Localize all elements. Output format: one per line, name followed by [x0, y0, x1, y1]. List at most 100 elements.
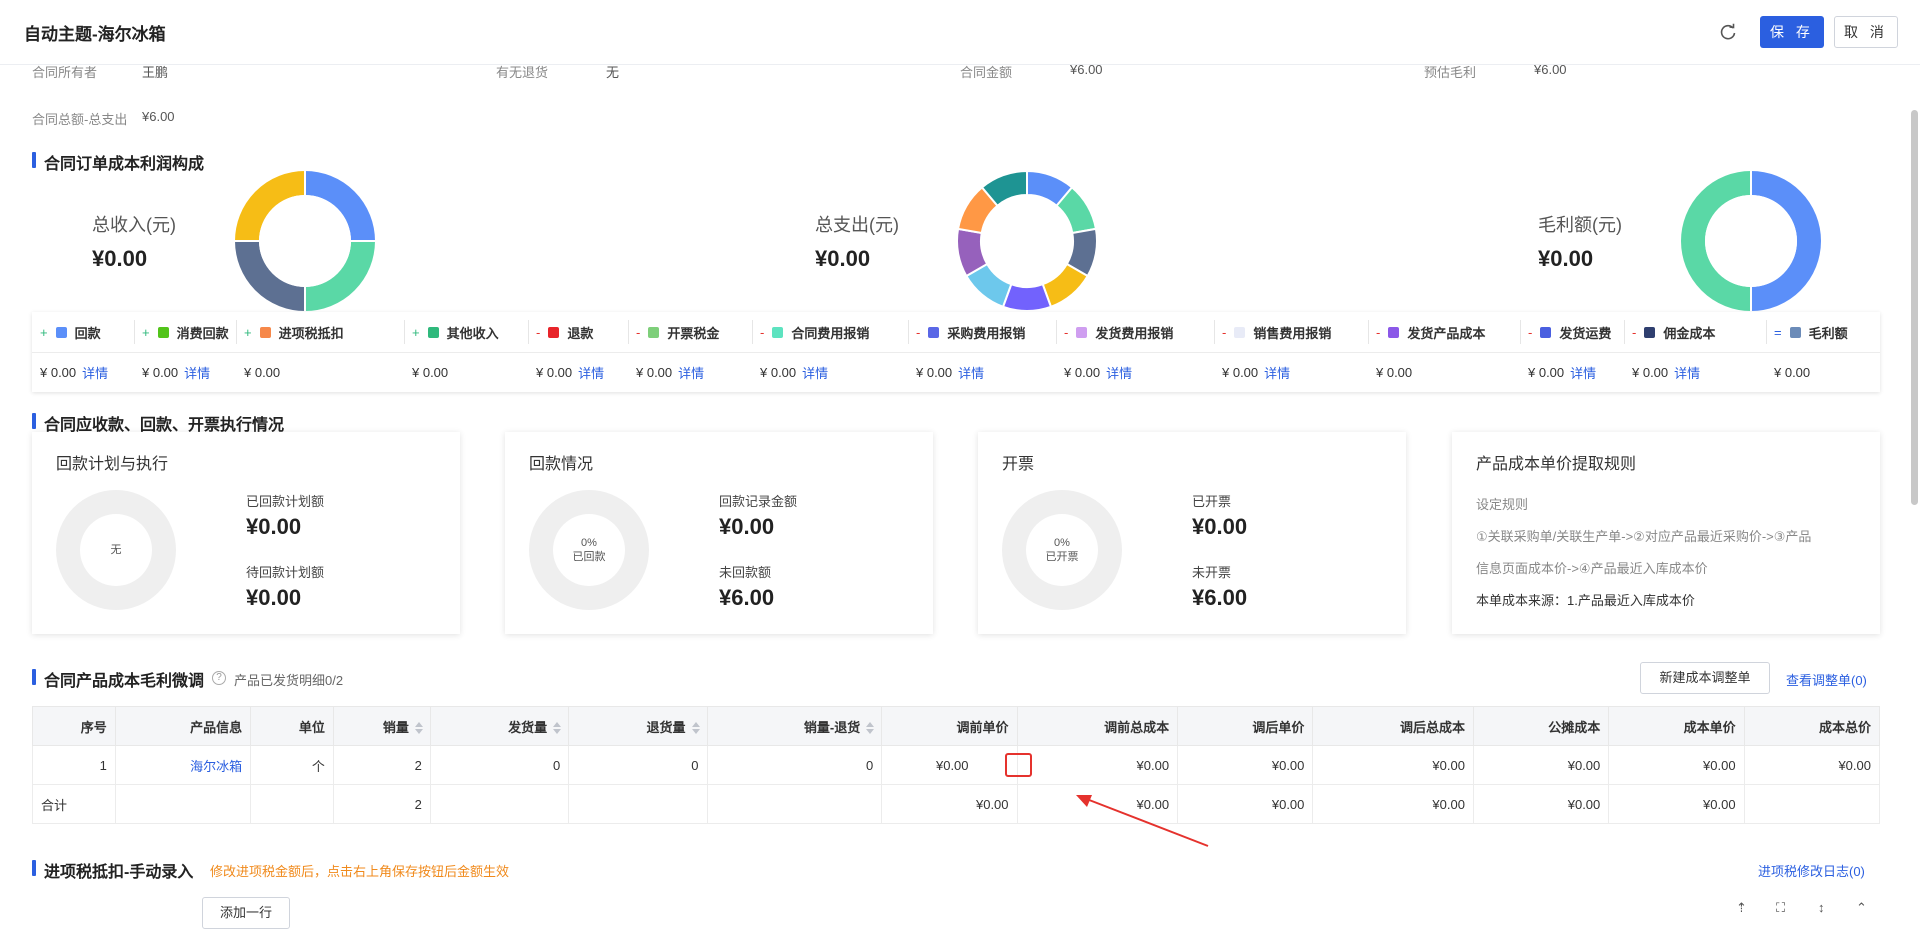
legend-value: ¥ 0.00	[1528, 364, 1565, 380]
tax-log-link[interactable]: 进项税修改日志(0)	[1758, 861, 1865, 880]
detail-link[interactable]: 详情	[1264, 363, 1290, 382]
legend-value-cell: ¥ 0.00 详情	[760, 352, 828, 392]
collapse-icon[interactable]: ⌃	[1856, 900, 1867, 916]
fullscreen-icon[interactable]: ⛶	[1776, 900, 1785, 916]
legend-item: - 发货运费	[1528, 312, 1611, 352]
table-cell: ¥0.00	[1743, 745, 1881, 785]
table-cell: 1	[32, 745, 116, 785]
column-header-label: 销量	[382, 719, 409, 735]
page-scrollbar[interactable]	[1911, 110, 1918, 505]
rule-subtitle: 设定规则	[1476, 497, 1529, 512]
legend-value-cell: ¥ 0.00 详情	[1222, 352, 1290, 392]
legend-item: - 发货产品成本	[1376, 312, 1485, 352]
donut-center-text: 已开票	[1045, 551, 1079, 563]
legend-value: ¥ 0.00	[1222, 364, 1259, 380]
legend-label: 发货运费	[1559, 325, 1612, 341]
column-header-label: 发货量	[508, 719, 548, 735]
column-header: 调前总成本	[1016, 706, 1179, 746]
detail-link[interactable]: 详情	[82, 363, 108, 382]
legend-separator	[1766, 320, 1767, 344]
legend-separator	[1624, 320, 1625, 344]
legend-sign: -	[636, 324, 641, 340]
legend-value-cell: ¥ 0.00 详情	[536, 352, 604, 392]
detail-link[interactable]: 详情	[184, 363, 210, 382]
column-header: 调后单价	[1177, 706, 1314, 746]
stat-label: 已回款计划额	[246, 494, 325, 509]
sort-icon[interactable]	[414, 722, 423, 735]
legend-swatch	[648, 326, 660, 338]
table-cell: ¥0.00	[1608, 784, 1745, 824]
view-adjustment-link[interactable]: 查看调整单(0)	[1786, 670, 1867, 689]
legend-value-cell: ¥ 0.00 详情	[916, 352, 984, 392]
column-header-sortable[interactable]: 发货量	[429, 706, 570, 746]
legend-sign: =	[1774, 324, 1782, 340]
table-cell: 2	[332, 745, 431, 785]
legend-item: + 回款	[40, 312, 101, 352]
legend-value-cell: ¥ 0.00	[244, 352, 280, 392]
product-name-link[interactable]: 海尔冰箱	[114, 745, 252, 785]
sort-icon[interactable]	[691, 722, 700, 735]
legend-value-cell: ¥ 0.00	[412, 352, 448, 392]
legend-value: ¥ 0.00	[916, 364, 953, 380]
detail-link[interactable]: 详情	[678, 363, 704, 382]
legend-sign: +	[40, 324, 48, 340]
legend-label: 开票税金	[667, 325, 720, 341]
save-button[interactable]: 保 存	[1760, 16, 1824, 48]
tax-warning-text: 修改进项税金额后，点击右上角保存按钮后金额生效	[210, 864, 510, 879]
legend-sign: -	[1376, 324, 1381, 340]
legend-label: 退款	[567, 325, 594, 341]
column-header-sortable[interactable]: 退货量	[568, 706, 708, 746]
detail-link[interactable]: 详情	[1674, 363, 1700, 382]
column-header-sortable[interactable]: 销量	[332, 706, 431, 746]
card-repayment-status: 回款情况 0% 已回款 回款记录金额 ¥0.00 未回款额 ¥6.00	[505, 432, 933, 634]
sort-icon[interactable]	[866, 722, 875, 735]
column-header-sortable[interactable]: 销量-退货	[706, 706, 883, 746]
edit-cost-highlight-box[interactable]	[1005, 753, 1032, 777]
detail-link[interactable]: 详情	[802, 363, 828, 382]
detail-link[interactable]: 详情	[578, 363, 604, 382]
legend-item: - 发货费用报销	[1064, 312, 1173, 352]
table-total-row: 合计 2 ¥0.00 ¥0.00 ¥0.00 ¥0.00 ¥0.00 ¥0.00	[32, 784, 1881, 824]
legend-swatch	[1540, 326, 1552, 338]
legend-separator	[752, 320, 753, 344]
stat-label: 回款记录金额	[719, 494, 798, 509]
legend-swatch	[1388, 326, 1400, 338]
legend-swatch	[157, 326, 169, 338]
kpi-label-gross: 毛利额(元)	[1538, 215, 1622, 235]
help-icon[interactable]: ?	[212, 671, 226, 685]
table-cell: ¥0.00	[1016, 745, 1179, 785]
legend-swatch	[259, 326, 271, 338]
table-cell: ¥0.00	[881, 745, 1018, 785]
table-cell	[1743, 784, 1881, 824]
refresh-icon[interactable]	[1718, 22, 1738, 42]
legend-value: ¥ 0.00	[1774, 364, 1811, 380]
new-cost-adjustment-button[interactable]: 新建成本调整单	[1640, 662, 1770, 694]
stat-label: 已开票	[1192, 494, 1232, 509]
row-height-icon[interactable]: ↕	[1818, 900, 1825, 915]
stat-label: 未回款额	[719, 565, 772, 580]
detail-link[interactable]: 详情	[958, 363, 984, 382]
legend-value: ¥ 0.00	[1064, 364, 1101, 380]
add-row-button[interactable]: 添加一行	[202, 897, 290, 929]
legend-value: ¥ 0.00	[244, 364, 281, 380]
sort-icon[interactable]	[553, 722, 562, 735]
table-cell: ¥0.00	[1608, 745, 1745, 785]
table-cell	[250, 784, 334, 824]
stat-value: ¥0.00	[246, 585, 302, 610]
legend-sign: -	[760, 324, 765, 340]
legend-value-cell: ¥ 0.00 详情	[40, 352, 108, 392]
table-cell: ¥0.00	[881, 784, 1018, 824]
detail-link[interactable]: 详情	[1106, 363, 1132, 382]
top-bar: 自动主题-海尔冰箱 保 存 取 消	[0, 0, 1920, 65]
cancel-button[interactable]: 取 消	[1834, 16, 1898, 48]
legend-value-cell: ¥ 0.00 详情	[636, 352, 704, 392]
kpi-value-gross: ¥0.00	[1538, 246, 1594, 271]
sort-column-icon[interactable]: ⇡	[1736, 900, 1747, 916]
legend-value-cell: ¥ 0.00 详情	[1064, 352, 1132, 392]
legend-separator	[1520, 320, 1521, 344]
legend-label: 合同费用报销	[791, 325, 870, 341]
legend-value-cell: ¥ 0.00 详情	[142, 352, 210, 392]
detail-link[interactable]: 详情	[1570, 363, 1596, 382]
donut-center-text: 已回款	[572, 551, 606, 563]
legend-value: ¥ 0.00	[760, 364, 797, 380]
